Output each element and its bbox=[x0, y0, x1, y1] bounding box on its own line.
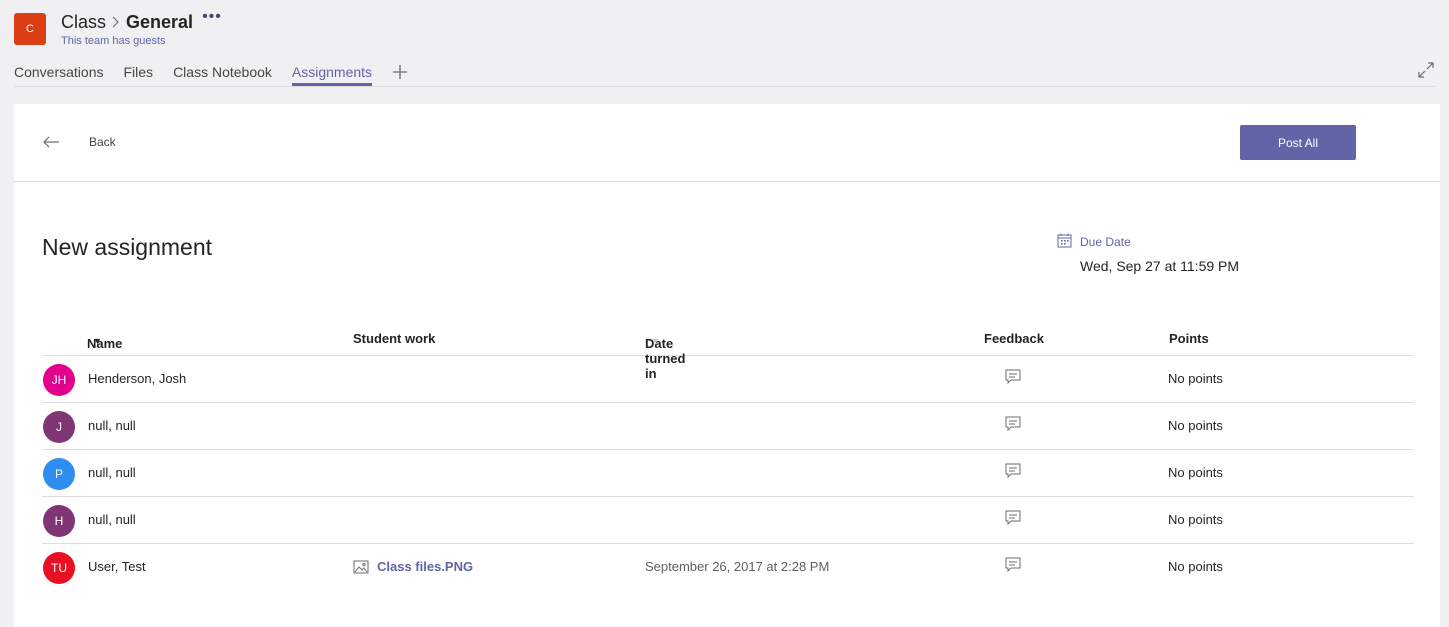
points-value[interactable]: No points bbox=[1168, 418, 1223, 433]
student-name: Henderson, Josh bbox=[88, 371, 187, 386]
avatar: P bbox=[43, 458, 75, 490]
table-row[interactable]: J null, null No points bbox=[42, 403, 1414, 450]
sort-icon: ▼ bbox=[651, 336, 660, 346]
comment-icon[interactable] bbox=[1004, 556, 1022, 574]
avatar: J bbox=[43, 411, 75, 443]
date-turned-in: September 26, 2017 at 2:28 PM bbox=[645, 559, 830, 574]
table-row[interactable]: JH Henderson, Josh No points bbox=[42, 356, 1414, 403]
image-file-icon bbox=[353, 560, 369, 573]
header-points: Points bbox=[1169, 331, 1209, 346]
avatar: TU bbox=[43, 552, 75, 584]
more-options-icon[interactable]: ••• bbox=[202, 8, 222, 26]
team-avatar[interactable]: C bbox=[14, 13, 46, 45]
comment-icon[interactable] bbox=[1004, 509, 1022, 527]
post-all-button[interactable]: Post All bbox=[1240, 125, 1356, 160]
submissions-table: Name ▼ Student work Date turned in ▼ Feedb… bbox=[42, 326, 1414, 591]
team-guests-note: This team has guests bbox=[61, 35, 166, 47]
points-value[interactable]: No points bbox=[1168, 371, 1223, 386]
channel-tabs: Conversations Files Class Notebook Assig… bbox=[14, 62, 408, 88]
student-name: null, null bbox=[88, 512, 136, 527]
table-row[interactable]: P null, null No points bbox=[42, 450, 1414, 497]
comment-icon[interactable] bbox=[1004, 368, 1022, 386]
header-student-work: Student work bbox=[353, 331, 436, 346]
avatar: JH bbox=[43, 364, 75, 396]
expand-icon[interactable] bbox=[1417, 61, 1435, 79]
due-date-value: Wed, Sep 27 at 11:59 PM bbox=[1080, 258, 1240, 274]
tabs-divider bbox=[14, 86, 1435, 87]
student-name: User, Test bbox=[88, 559, 146, 574]
assignment-toolbar: Back Post All bbox=[14, 104, 1440, 182]
points-value[interactable]: No points bbox=[1168, 512, 1223, 527]
points-value[interactable]: No points bbox=[1168, 559, 1223, 574]
back-button[interactable]: Back bbox=[89, 135, 116, 149]
plus-icon[interactable] bbox=[392, 64, 408, 80]
assignment-panel: Back Post All New assignment Due Date We… bbox=[14, 104, 1440, 627]
breadcrumb-team[interactable]: Class bbox=[61, 12, 106, 33]
arrow-left-icon[interactable] bbox=[41, 132, 61, 152]
sort-desc-icon: ▼ bbox=[93, 336, 102, 346]
breadcrumb-channel: General bbox=[126, 11, 194, 32]
calendar-icon bbox=[1057, 233, 1072, 248]
header-feedback: Feedback bbox=[984, 331, 1044, 346]
comment-icon[interactable] bbox=[1004, 415, 1022, 433]
table-row[interactable]: TU User, Test Class files.PNG September … bbox=[42, 544, 1414, 591]
student-work-filename[interactable]: Class files.PNG bbox=[377, 559, 473, 574]
comment-icon[interactable] bbox=[1004, 462, 1022, 480]
student-name: null, null bbox=[88, 465, 136, 480]
table-row[interactable]: H null, null No points bbox=[42, 497, 1414, 544]
chevron-right-icon bbox=[112, 16, 119, 28]
tab-class-notebook[interactable]: Class Notebook bbox=[173, 62, 272, 86]
tab-files[interactable]: Files bbox=[124, 62, 154, 86]
avatar: H bbox=[43, 505, 75, 537]
tab-assignments[interactable]: Assignments bbox=[291, 62, 373, 86]
tab-conversations[interactable]: Conversations bbox=[14, 62, 104, 86]
student-name: null, null bbox=[88, 418, 136, 433]
table-header: Name ▼ Student work Date turned in ▼ Feedb… bbox=[42, 326, 1414, 381]
points-value[interactable]: No points bbox=[1168, 465, 1223, 480]
assignment-title: New assignment bbox=[42, 234, 213, 260]
due-date-label: Due Date bbox=[1080, 235, 1131, 249]
student-work-file-link[interactable]: Class files.PNG bbox=[353, 559, 473, 574]
breadcrumb: Class General ••• bbox=[61, 8, 222, 34]
